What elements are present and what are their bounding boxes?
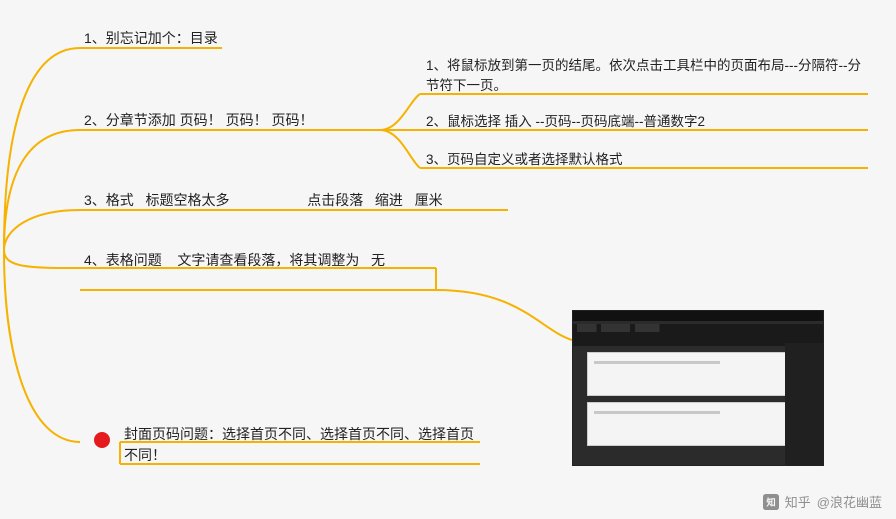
node-2-page-numbers: 2、分章节添加 页码！ 页码！ 页码！ bbox=[84, 110, 313, 131]
node-5-cover-page-number: 封面页码问题：选择首页不同、选择首页不同、选择首页不同！ bbox=[124, 424, 484, 466]
watermark-author: @浪花幽蓝 bbox=[817, 492, 882, 511]
node-2a-section-break: 1、将鼠标放到第一页的结尾。依次点击工具栏中的页面布局---分隔符--分节符下一… bbox=[426, 56, 866, 97]
screenshot-thumbnail bbox=[572, 310, 824, 466]
node-3-title-spacing: 3、格式 标题空格太多 点击段落 缩进 厘米 bbox=[84, 190, 443, 211]
svg-text:知: 知 bbox=[765, 496, 775, 507]
node-2b-insert-page-number: 2、鼠标选择 插入 --页码--页码底端--普通数字2 bbox=[426, 112, 866, 132]
node-4-table-issue: 4、表格问题 文字请查看段落，将其调整为 无 bbox=[84, 250, 444, 271]
zhihu-icon: 知 bbox=[763, 494, 779, 510]
node-1-toc: 1、别忘记加个：目录 bbox=[84, 28, 218, 49]
watermark-platform: 知乎 bbox=[785, 492, 811, 511]
bullet-dot-icon bbox=[94, 432, 110, 448]
watermark: 知 知乎 @浪花幽蓝 bbox=[763, 492, 882, 511]
node-2c-page-number-format: 3、页码自定义或者选择默认格式 bbox=[426, 150, 866, 170]
